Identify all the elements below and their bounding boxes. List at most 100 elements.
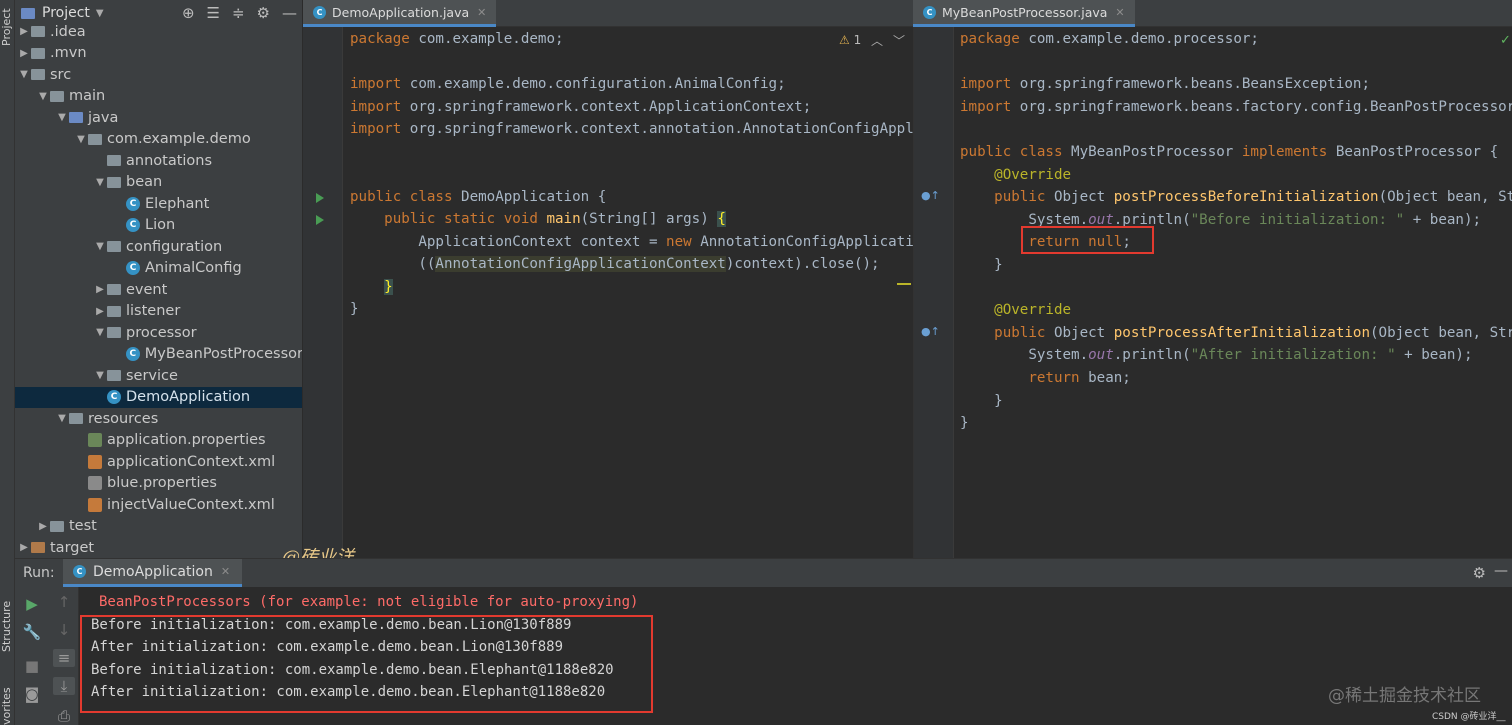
chevron-down-icon[interactable]: ▼ (55, 112, 69, 123)
close-icon[interactable]: ✕ (477, 6, 486, 19)
run-label: Run: (23, 565, 55, 581)
folder-icon (69, 413, 83, 425)
tree-item[interactable]: ▼ configuration (15, 236, 302, 258)
chevron-down-icon[interactable]: ▼ (96, 8, 104, 19)
chevron-down-icon[interactable]: ▼ (93, 327, 107, 338)
chevron-down-icon[interactable]: ▼ (93, 177, 107, 188)
chevron-down-icon[interactable]: ▼ (17, 69, 31, 80)
collapse-all-icon[interactable]: ≑ (232, 4, 245, 22)
tree-item[interactable]: ▶ .idea (15, 21, 302, 43)
chevron-down-icon[interactable]: ▼ (93, 370, 107, 381)
tab-demo-application[interactable]: C DemoApplication.java ✕ (303, 0, 497, 27)
chevron-down-icon[interactable]: ▼ (93, 241, 107, 252)
locate-icon[interactable]: ⊕ (182, 4, 195, 22)
folder-icon (31, 69, 45, 81)
chevron-right-icon[interactable]: ▶ (17, 542, 31, 553)
editor-my-bean-post-processor[interactable]: ✓ ●↑ ●↑ package com.example.demo.process… (913, 27, 1512, 558)
tree-item[interactable]: ▼ bean (15, 172, 302, 194)
soft-wrap-icon[interactable]: ≡ (53, 649, 75, 667)
editor-demo-application[interactable]: ⚠ 1 ︿ ﹀ package com.example.demo; import … (303, 27, 913, 558)
gear-icon[interactable]: ⚙ (1473, 564, 1486, 582)
project-tool-tab[interactable]: Project (0, 4, 15, 50)
tree-item-label: test (69, 518, 97, 535)
tree-item-label: main (69, 88, 106, 105)
warning-indicator[interactable]: ⚠ 1 (839, 33, 861, 47)
editor-gutter (303, 27, 343, 558)
chevron-down-icon[interactable]: ▼ (36, 91, 50, 102)
hide-icon[interactable]: — (282, 4, 297, 22)
arrow-up-icon[interactable]: ↑ (53, 593, 75, 611)
override-icon[interactable]: ●↑ (921, 189, 940, 202)
tree-item-class[interactable]: C MyBeanPostProcessor (15, 344, 302, 366)
tree-item[interactable]: ▼ com.example.demo (15, 129, 302, 151)
tree-item-label: Lion (145, 217, 176, 234)
folder-icon (107, 155, 121, 167)
tree-item[interactable]: injectValueContext.xml (15, 494, 302, 516)
tree-item[interactable]: ▶ .mvn (15, 43, 302, 65)
wrench-icon[interactable]: 🔧 (21, 623, 43, 641)
tree-item[interactable]: applicationContext.xml (15, 451, 302, 473)
tree-item-class[interactable]: C Elephant (15, 193, 302, 215)
tree-item[interactable]: ▶ test (15, 516, 302, 538)
tree-item[interactable]: ▶ target (15, 537, 302, 558)
close-icon[interactable]: ✕ (1115, 6, 1124, 19)
tree-item-class[interactable]: C DemoApplication (15, 386, 302, 408)
code-line: return bean; (1028, 370, 1131, 386)
code-line: public class MyBeanPostProcessor impleme… (960, 144, 1499, 160)
scroll-to-end-icon[interactable]: ⤓ (53, 677, 75, 695)
tree-item-label: DemoApplication (126, 389, 251, 406)
folder-icon (107, 327, 121, 339)
chevron-down-icon[interactable]: ▼ (55, 413, 69, 424)
override-icon[interactable]: ●↑ (921, 325, 940, 338)
chevron-up-icon[interactable]: ︿ (871, 32, 883, 49)
class-icon: C (126, 218, 140, 233)
code-line: @Override (994, 166, 1072, 183)
tree-item[interactable]: annotations (15, 150, 302, 172)
tree-item[interactable]: ▼ main (15, 86, 302, 108)
minimize-icon[interactable]: — (1494, 563, 1508, 579)
tree-item-label: listener (126, 303, 181, 320)
chevron-right-icon[interactable]: ▶ (17, 26, 31, 37)
tab-my-bean-post-processor[interactable]: C MyBeanPostProcessor.java ✕ (913, 0, 1135, 27)
run-class-icon[interactable] (316, 193, 324, 203)
run-main-icon[interactable] (316, 215, 324, 225)
tree-item[interactable]: ▼ service (15, 365, 302, 387)
stop-icon[interactable]: ■ (21, 657, 43, 675)
rerun-icon[interactable]: ▶ (21, 595, 43, 613)
tree-item[interactable]: ▼ java (15, 107, 302, 129)
code-line: } (350, 301, 359, 317)
tree-item[interactable]: ▼ src (15, 64, 302, 86)
tab-label: DemoApplication.java (332, 4, 470, 20)
tree-item-label: .mvn (50, 45, 87, 62)
project-panel-title[interactable]: Project (42, 5, 90, 21)
code-line: } (384, 278, 393, 295)
chevron-right-icon[interactable]: ▶ (17, 48, 31, 59)
chevron-right-icon[interactable]: ▶ (93, 306, 107, 317)
tree-item[interactable]: ▼ resources (15, 408, 302, 430)
tree-item[interactable]: ▼ processor (15, 322, 302, 344)
tree-item[interactable]: blue.properties (15, 473, 302, 495)
tree-item-label: target (50, 539, 95, 556)
code-line: import org.springframework.context.annot… (350, 121, 913, 137)
run-tab-demo-application[interactable]: C DemoApplication ✕ (63, 559, 243, 587)
tree-item[interactable]: ▶ event (15, 279, 302, 301)
code-line: } (960, 392, 1003, 409)
favorites-tool-tab[interactable]: vorites (0, 687, 15, 725)
close-icon[interactable]: ✕ (221, 565, 230, 578)
gear-icon[interactable]: ⚙ (257, 4, 270, 22)
code-line: import com.example.demo.configuration.An… (350, 76, 786, 92)
tree-item-label: com.example.demo (107, 131, 251, 148)
chevron-right-icon[interactable]: ▶ (36, 521, 50, 532)
tree-item[interactable]: application.properties (15, 430, 302, 452)
chevron-down-icon[interactable]: ▼ (74, 134, 88, 145)
print-icon[interactable]: ⎙ (53, 707, 75, 725)
camera-icon[interactable]: ◙ (21, 685, 43, 703)
expand-all-icon[interactable]: ☰ (207, 4, 220, 22)
structure-tool-tab[interactable]: Structure (0, 598, 15, 654)
tree-item[interactable]: ▶ listener (15, 301, 302, 323)
chevron-down-icon[interactable]: ﹀ (893, 32, 905, 49)
tree-item-class[interactable]: C AnimalConfig (15, 258, 302, 280)
chevron-right-icon[interactable]: ▶ (93, 284, 107, 295)
tree-item-class[interactable]: C Lion (15, 215, 302, 237)
arrow-down-icon[interactable]: ↓ (53, 621, 75, 639)
